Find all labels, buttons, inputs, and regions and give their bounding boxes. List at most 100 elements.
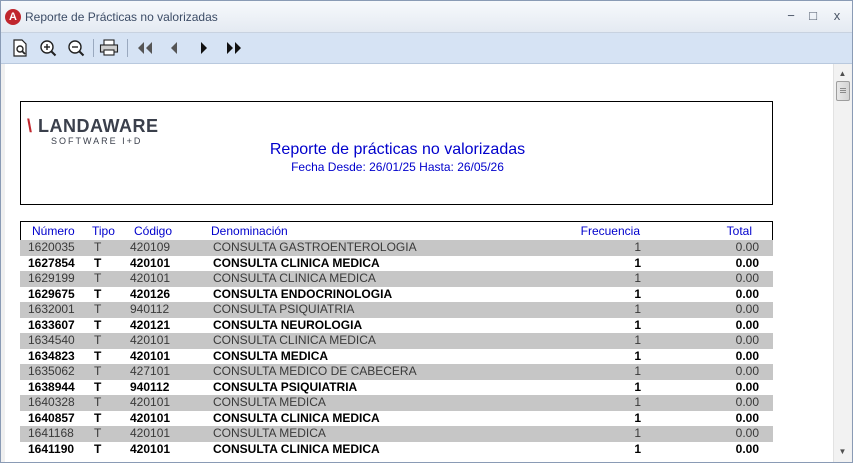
cell-denominacion: CONSULTA CLINICA MEDICA [213,441,380,456]
cell-codigo: 420126 [130,286,171,301]
cell-total: 0.00 [735,317,759,332]
vertical-scrollbar[interactable]: ▲ ▼ [833,64,851,462]
cell-codigo: 420101 [130,271,171,285]
preview-icon[interactable] [9,37,31,59]
cell-total: 0.00 [735,240,759,254]
table-body: 1620035 T 420109 CONSULTA GASTROENTEROLOGIA… [20,240,773,457]
title-bar[interactable]: A Reporte de Prácticas no valorizadas − … [1,1,852,33]
cell-numero: 1640857 [28,410,75,425]
cell-tipo: T [94,333,102,347]
cell-tipo: T [94,317,102,332]
minimize-button[interactable]: − [781,7,801,25]
toolbar-separator [127,39,128,57]
scroll-down-icon[interactable]: ▼ [834,444,851,460]
report-date-range: Fecha Desde: 26/01/25 Hasta: 26/05/26 [291,160,504,174]
cell-denominacion: CONSULTA CLINICA MEDICA [213,333,376,347]
cell-codigo: 940112 [130,302,170,316]
next-page-icon[interactable] [193,37,215,59]
cell-frecuencia: 1 [634,426,641,440]
cell-denominacion: CONSULTA MEDICA [213,395,326,409]
cell-numero: 1627854 [28,255,75,270]
table-row: 1634540 T 420101 CONSULTA CLINICA MEDICA 1 0.… [20,333,773,349]
cell-numero: 1634540 [28,333,75,347]
logo-mark: \ [27,116,33,136]
maximize-button[interactable]: □ [803,7,823,25]
table-row: 1641168 T 420101 CONSULTA MEDICA 1 0.00 [20,426,773,442]
close-button[interactable]: x [827,7,847,25]
cell-tipo: T [94,302,102,316]
cell-codigo: 420101 [130,255,171,270]
cell-tipo: T [94,395,102,409]
scroll-thumb[interactable] [836,81,850,101]
cell-denominacion: CONSULTA PSIQUIATRIA [213,379,358,394]
table-row: 1629199 T 420101 CONSULTA CLINICA MEDICA 1 0.… [20,271,773,287]
cell-frecuencia: 1 [634,364,641,378]
cell-numero: 1629199 [28,271,75,285]
table-row: 1620035 T 420109 CONSULTA GASTROENTEROLOGIA… [20,240,773,256]
app-logo-icon: A [5,9,21,25]
cell-total: 0.00 [735,364,759,378]
toolbar [1,33,852,64]
cell-numero: 1620035 [28,240,75,254]
logo-text: LANDAWARE [38,116,159,136]
report-table: Número Tipo Código Denominación Frecuenc… [20,221,773,457]
cell-denominacion: CONSULTA MEDICO DE CABECERA [213,364,417,378]
cell-denominacion: CONSULTA ENDOCRINOLOGIA [213,286,393,301]
report-page: \ LANDAWARE SOFTWARE I+D Reporte de prác… [5,64,833,462]
toolbar-separator [93,39,94,57]
table-row: 1627854 T 420101 CONSULTA CLINICA MEDICA 1 0.… [20,256,773,272]
cell-tipo: T [94,240,102,254]
column-header-frecuencia: Frecuencia [580,224,640,238]
zoom-in-icon[interactable] [37,37,59,59]
cell-total: 0.00 [735,410,759,425]
cell-codigo: 420101 [130,426,171,440]
zoom-out-icon[interactable] [65,37,87,59]
column-header-total: Total [726,224,752,238]
cell-codigo: 940112 [130,379,170,394]
cell-frecuencia: 1 [634,333,641,347]
cell-codigo: 420121 [130,317,171,332]
cell-denominacion: CONSULTA MEDICA [213,348,329,363]
cell-codigo: 420101 [130,410,171,425]
print-icon[interactable] [98,37,120,59]
cell-tipo: T [94,441,102,456]
cell-frecuencia: 1 [634,317,641,332]
cell-codigo: 427101 [130,364,171,378]
cell-tipo: T [94,364,102,378]
cell-tipo: T [94,255,102,270]
cell-total: 0.00 [735,302,759,316]
last-page-icon[interactable] [223,37,245,59]
table-row: 1635062 T 427101 CONSULTA MEDICO DE CABECER… [20,364,773,380]
cell-frecuencia: 1 [634,379,641,394]
cell-codigo: 420109 [130,240,171,254]
first-page-icon[interactable] [134,37,156,59]
scroll-up-icon[interactable]: ▲ [834,66,851,82]
cell-total: 0.00 [735,333,759,347]
cell-total: 0.00 [735,379,759,394]
cell-tipo: T [94,379,102,394]
cell-frecuencia: 1 [634,286,641,301]
cell-total: 0.00 [735,395,759,409]
window-title: Reporte de Prácticas no valorizadas [25,10,218,24]
cell-total: 0.00 [735,426,759,440]
cell-numero: 1635062 [28,364,75,378]
cell-frecuencia: 1 [634,441,641,456]
cell-codigo: 420101 [130,333,171,347]
previous-page-icon[interactable] [163,37,185,59]
cell-frecuencia: 1 [634,302,641,316]
cell-tipo: T [94,426,102,440]
report-header: \ LANDAWARE SOFTWARE I+D Reporte de prác… [20,101,773,205]
cell-total: 0.00 [735,271,759,285]
cell-codigo: 420101 [130,348,171,363]
cell-denominacion: CONSULTA CLINICA MEDICA [213,255,380,270]
cell-numero: 1629675 [28,286,75,301]
cell-denominacion: CONSULTA PSIQUIATRIA [213,302,355,316]
cell-numero: 1632001 [28,302,75,316]
report-title: Reporte de prácticas no valorizadas [269,141,526,158]
cell-frecuencia: 1 [634,271,641,285]
cell-total: 0.00 [735,441,759,456]
cell-numero: 1638944 [28,379,75,394]
cell-numero: 1641168 [28,426,74,440]
table-row: 1633607 T 420121 CONSULTA NEUROLOGIA 1 0.00 [20,318,773,334]
cell-frecuencia: 1 [634,255,641,270]
